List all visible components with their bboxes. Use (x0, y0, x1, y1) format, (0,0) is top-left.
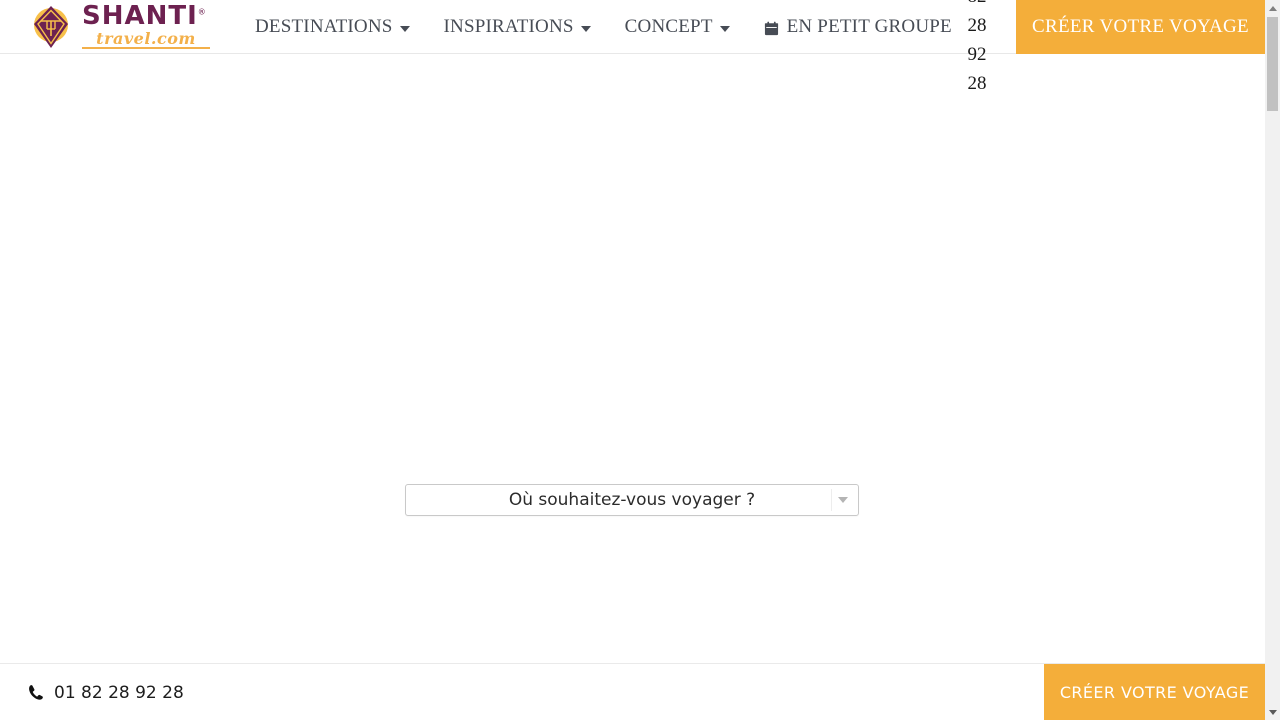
bottom-phone-number: 01 82 28 92 28 (54, 682, 184, 703)
header-create-trip-button[interactable]: CRÉER VOTRE VOYAGE (1016, 0, 1265, 54)
logo-tagline: travel.com (82, 30, 210, 50)
chevron-down-icon (719, 25, 730, 32)
sticky-bottom-bar: 01 82 28 92 28 CRÉER VOTRE VOYAGE (0, 663, 1265, 720)
nav-item-destinations[interactable]: DESTINATIONS (238, 16, 427, 38)
site-logo[interactable]: SHANTI® travel.com (26, 2, 216, 52)
vertical-scrollbar[interactable] (1265, 0, 1280, 720)
nav-item-concept[interactable]: CONCEPT (608, 16, 747, 38)
header-phone-line-4: 28 (967, 73, 987, 94)
destination-select-value: Où souhaitez-vous voyager ? (508, 490, 756, 510)
page-viewport: SHANTI® travel.com DESTINATIONS INSPIRAT… (0, 0, 1265, 720)
header-phone-overflow[interactable]: 82 28 92 28 (952, 0, 1002, 98)
trademark-symbol: ® (197, 7, 207, 17)
chevron-down-icon (399, 25, 410, 32)
logo-wordmark: SHANTI® travel.com (82, 3, 210, 52)
nav-item-en-petit-groupe-label: EN PETIT GROUPE (786, 16, 952, 37)
nav-item-concept-label: CONCEPT (624, 16, 713, 37)
phone-icon (28, 684, 45, 701)
main-navigation: DESTINATIONS INSPIRATIONS CONCEPT EN PET… (238, 0, 969, 54)
site-header: SHANTI® travel.com DESTINATIONS INSPIRAT… (0, 0, 1265, 94)
scrollbar-thumb[interactable] (1267, 17, 1278, 111)
header-phone-line-2: 28 (967, 15, 987, 36)
bottom-create-trip-button[interactable]: CRÉER VOTRE VOYAGE (1044, 664, 1265, 720)
destination-select[interactable]: Où souhaitez-vous voyager ? (405, 484, 859, 516)
trip-search-widget: Où souhaitez-vous voyager ? (405, 484, 859, 516)
header-phone-line-3: 92 (967, 44, 987, 65)
nav-item-inspirations[interactable]: INSPIRATIONS (427, 16, 608, 38)
logo-brand-name: SHANTI® (82, 0, 207, 31)
header-phone-line-1: 82 (952, 0, 1002, 11)
hero-section: Où souhaitez-vous voyager ? (0, 55, 1265, 662)
bottom-phone-link[interactable]: 01 82 28 92 28 (28, 664, 184, 720)
shanti-gem-logo-icon (26, 2, 76, 52)
nav-item-destinations-label: DESTINATIONS (255, 16, 393, 37)
nav-item-en-petit-groupe[interactable]: EN PETIT GROUPE (747, 16, 969, 38)
calendar-icon (764, 20, 779, 36)
chevron-down-icon (580, 25, 591, 32)
scrollbar-down-arrow-icon[interactable] (1265, 704, 1280, 720)
scrollbar-up-arrow-icon[interactable] (1265, 0, 1280, 16)
nav-item-inspirations-label: INSPIRATIONS (443, 16, 574, 37)
chevron-down-icon (838, 497, 848, 503)
select-separator (831, 489, 832, 511)
